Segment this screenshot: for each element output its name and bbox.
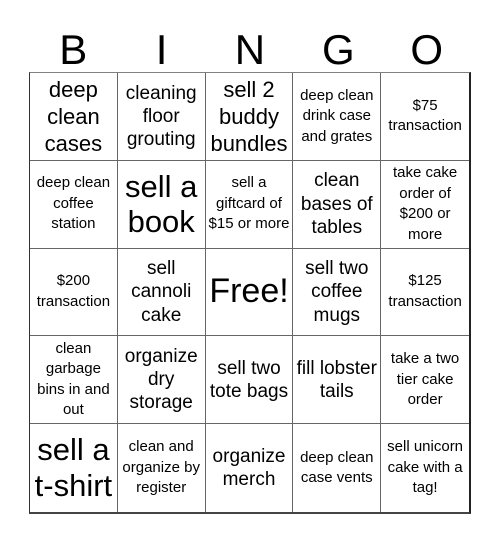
bingo-cell[interactable]: deep clean drink case and grates (293, 73, 382, 161)
bingo-cell-text: take cake order of $200 or more (392, 164, 458, 243)
bingo-cell-text: Free! (209, 272, 289, 311)
bingo-cell-text: deep clean coffee station (36, 174, 111, 233)
bingo-cell-text: sell two coffee mugs (305, 258, 369, 326)
bingo-cell[interactable]: take cake order of $200 or more (381, 161, 469, 249)
bingo-cell[interactable]: fill lobster tails (293, 336, 382, 425)
bingo-cell[interactable]: clean garbage bins in and out (30, 336, 118, 425)
bingo-cell-text: deep clean cases (44, 76, 103, 156)
bingo-cell-text: sell two tote bags (209, 357, 289, 402)
header-letter-g: G (322, 26, 355, 73)
bingo-cell[interactable]: sell a t-shirt (30, 424, 118, 512)
bingo-cell-text: organize dry storage (124, 346, 198, 414)
bingo-cell[interactable]: organize merch (206, 424, 294, 512)
bingo-cell-text: $75 transaction (388, 96, 462, 135)
header-letter-n: N (234, 26, 266, 73)
bingo-cell[interactable]: $200 transaction (30, 248, 118, 337)
bingo-cell-text: $200 transaction (36, 272, 111, 310)
bingo-cell[interactable]: clean and organize by register (118, 424, 206, 512)
bingo-cell-text: clean bases of tables (300, 170, 373, 238)
bingo-cell[interactable]: sell unicorn cake with a tag! (381, 424, 469, 512)
bingo-card-grid: deep clean cases cleaning floor grouting s… (29, 72, 471, 514)
header-letter-b: B (59, 26, 88, 73)
bingo-cell[interactable]: deep clean cases (30, 73, 118, 161)
bingo-cell[interactable]: sell two tote bags (205, 336, 294, 425)
bingo-cell[interactable]: sell two coffee mugs (293, 248, 382, 337)
bingo-cell-text: deep clean drink case and grates (300, 86, 374, 145)
bingo-cell[interactable]: cleaning floor grouting (117, 73, 206, 161)
bingo-cell-text: sell unicorn cake with a tag! (387, 438, 464, 497)
bingo-cell-text: clean and organize by register (122, 438, 200, 497)
bingo-cell-text: clean garbage bins in and out (37, 339, 110, 419)
bingo-cell[interactable]: take a two tier cake order (381, 336, 469, 425)
bingo-cell[interactable]: sell 2 buddy bundles (205, 73, 294, 161)
bingo-cell-text: sell a giftcard of $15 or more (208, 174, 290, 233)
bingo-cell-text: sell a t-shirt (34, 432, 113, 504)
bingo-cell[interactable]: organize dry storage (117, 336, 206, 425)
bingo-cell[interactable]: $125 transaction (381, 249, 469, 337)
header-letter-i: I (155, 26, 168, 73)
bingo-cell-text: take a two tier cake order (390, 349, 460, 409)
bingo-cell[interactable]: sell a book (117, 160, 206, 249)
bingo-header: B I N G O (29, 28, 471, 72)
bingo-cell-text: cleaning floor grouting (125, 82, 197, 150)
bingo-cell[interactable]: deep clean case vents (293, 424, 382, 512)
bingo-cell-text: sell a book (125, 168, 198, 240)
bingo-cell[interactable]: deep clean coffee station (30, 160, 118, 249)
bingo-cell[interactable]: sell cannoli cake (117, 248, 206, 337)
header-letter-o: O (410, 26, 444, 73)
bingo-cell[interactable]: clean bases of tables (293, 160, 382, 249)
bingo-cell-text: deep clean case vents (300, 448, 374, 487)
bingo-cell-text: $125 transaction (388, 272, 462, 310)
bingo-cell-text: sell 2 buddy bundles (210, 76, 288, 156)
bingo-cell-text: sell cannoli cake (131, 258, 192, 326)
bingo-cell[interactable]: sell a giftcard of $15 or more (205, 160, 294, 249)
bingo-cell-free[interactable]: Free! (205, 248, 294, 337)
bingo-cell[interactable]: $75 transaction (381, 73, 469, 161)
bingo-cell-text: fill lobster tails (296, 357, 377, 402)
bingo-cell-text: organize merch (212, 445, 286, 491)
